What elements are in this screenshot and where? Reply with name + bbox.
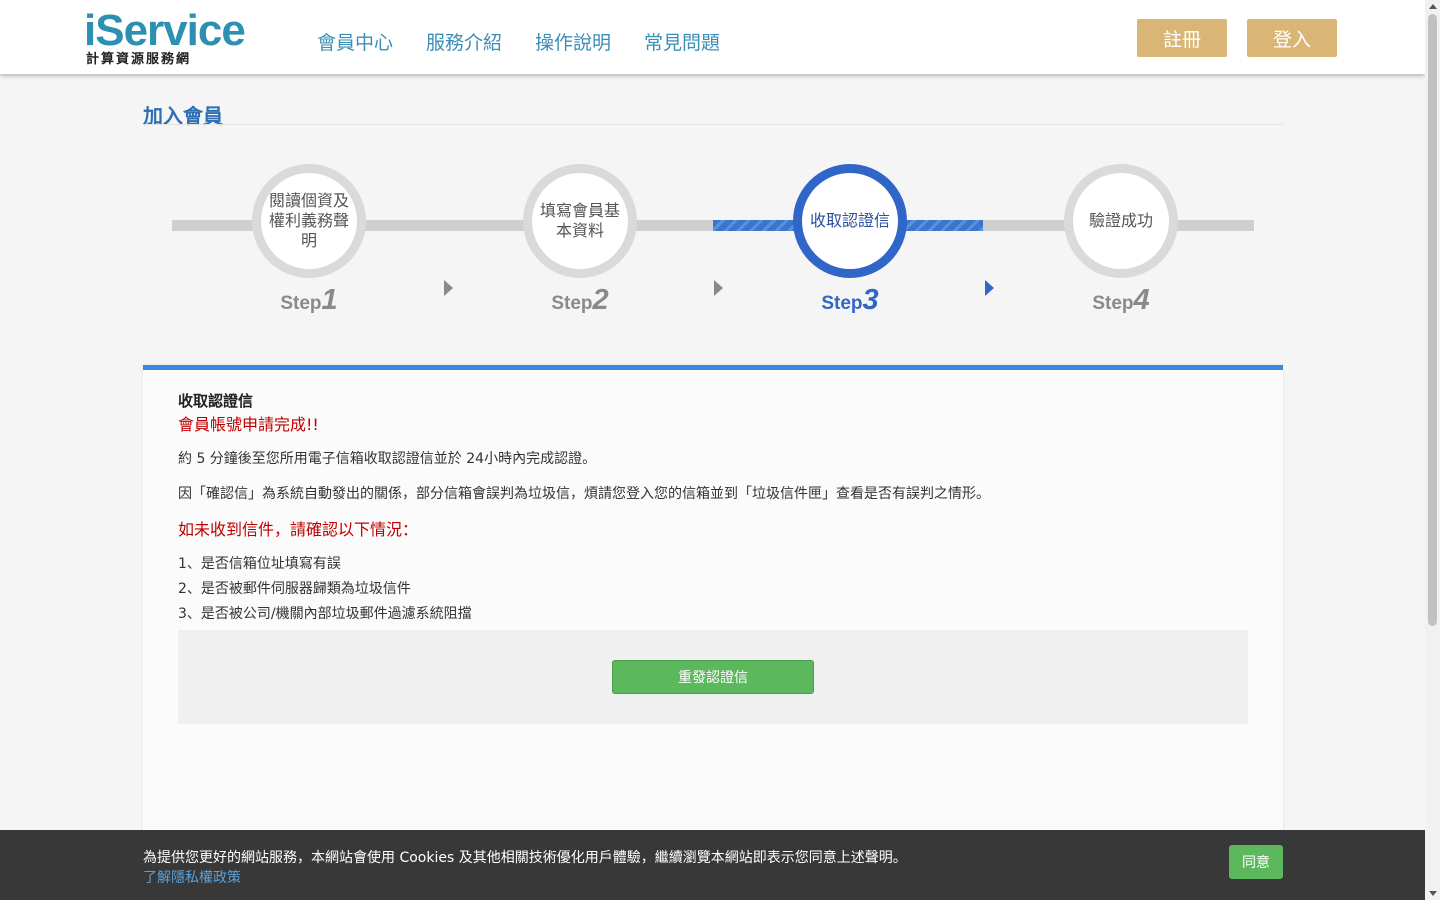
step-3-prefix: Step — [821, 293, 863, 314]
step-3-label: Step3 — [800, 284, 900, 317]
resend-verification-button[interactable]: 重發認證信 — [612, 660, 814, 694]
step-4-number: 4 — [1133, 284, 1150, 316]
step-1-number: 1 — [321, 284, 338, 316]
nav-faq[interactable]: 常見問題 — [644, 28, 720, 55]
scroll-thumb[interactable] — [1428, 14, 1437, 626]
step-arrow-1-icon — [444, 280, 453, 296]
scroll-down-arrow-icon[interactable] — [1429, 891, 1437, 896]
step-1-text: 閱讀個資及權利義務聲明 — [261, 173, 357, 269]
login-button[interactable]: 登入 — [1247, 19, 1337, 57]
step-arrow-3-icon — [985, 280, 994, 296]
step-1-label: Step1 — [259, 284, 359, 317]
cookie-consent-bar: 為提供您更好的網站服務，本網站會使用 Cookies 及其他相關技術優化用戶體驗… — [0, 830, 1425, 900]
logo-subtitle: 計算資源服務網 — [86, 52, 192, 67]
card-title: 收取認證信 — [178, 392, 254, 410]
verification-card: 收取認證信 會員帳號申請完成!! 約 5 分鐘後至您所用電子信箱收取認證信並於 … — [143, 365, 1283, 900]
not-received-heading: 如未收到信件，請確認以下情況： — [178, 520, 419, 539]
step-3-circle: 收取認證信 — [793, 164, 907, 278]
page-scrollbar[interactable] — [1425, 0, 1440, 900]
step-4-text: 驗證成功 — [1073, 173, 1169, 269]
step-1-prefix: Step — [280, 293, 322, 314]
site-header: iService 計算資源服務網 會員中心 服務介紹 操作說明 常見問題 註冊 … — [0, 0, 1425, 74]
step-3-text: 收取認證信 — [802, 173, 898, 269]
step-2-text: 填寫會員基本資料 — [532, 173, 628, 269]
step-2-number: 2 — [592, 284, 609, 316]
step-1-circle: 閱讀個資及權利義務聲明 — [252, 164, 366, 278]
step-2-circle: 填寫會員基本資料 — [523, 164, 637, 278]
step-4-label: Step4 — [1071, 284, 1171, 317]
resend-action-box: 重發認證信 — [178, 630, 1248, 724]
step-2-prefix: Step — [551, 293, 593, 314]
cookie-agree-button[interactable]: 同意 — [1229, 845, 1283, 879]
title-divider — [143, 124, 1283, 125]
instruction-paragraph-1: 約 5 分鐘後至您所用電子信箱收取認證信並於 24小時內完成認證。 — [178, 451, 597, 467]
list-item: 3、是否被公司/機關內部垃圾郵件過濾系統阻擋 — [178, 606, 472, 622]
list-item: 1、是否信箱位址填寫有誤 — [178, 556, 341, 572]
instruction-paragraph-2: 因「確認信」為系統自動發出的關係，部分信箱會誤判為垃圾信，煩請您登入您的信箱並到… — [178, 486, 990, 502]
list-item: 2、是否被郵件伺服器歸類為垃圾信件 — [178, 581, 411, 597]
step-4-circle: 驗證成功 — [1064, 164, 1178, 278]
nav-member-center[interactable]: 會員中心 — [317, 28, 393, 55]
step-4-prefix: Step — [1092, 293, 1134, 314]
main-nav: 會員中心 服務介紹 操作說明 常見問題 — [317, 28, 753, 55]
nav-service-intro[interactable]: 服務介紹 — [426, 28, 502, 55]
nav-instructions[interactable]: 操作說明 — [535, 28, 611, 55]
site-logo[interactable]: iService 計算資源服務網 — [84, 8, 254, 68]
scroll-up-arrow-icon[interactable] — [1429, 4, 1437, 9]
step-arrow-2-icon — [714, 280, 723, 296]
cookie-notice-text: 為提供您更好的網站服務，本網站會使用 Cookies 及其他相關技術優化用戶體驗… — [143, 850, 907, 866]
register-button[interactable]: 註冊 — [1137, 19, 1227, 57]
privacy-policy-link[interactable]: 了解隱私權政策 — [143, 867, 241, 887]
step-2-label: Step2 — [530, 284, 630, 317]
success-message: 會員帳號申請完成!! — [178, 415, 319, 434]
step-3-number: 3 — [862, 284, 879, 316]
